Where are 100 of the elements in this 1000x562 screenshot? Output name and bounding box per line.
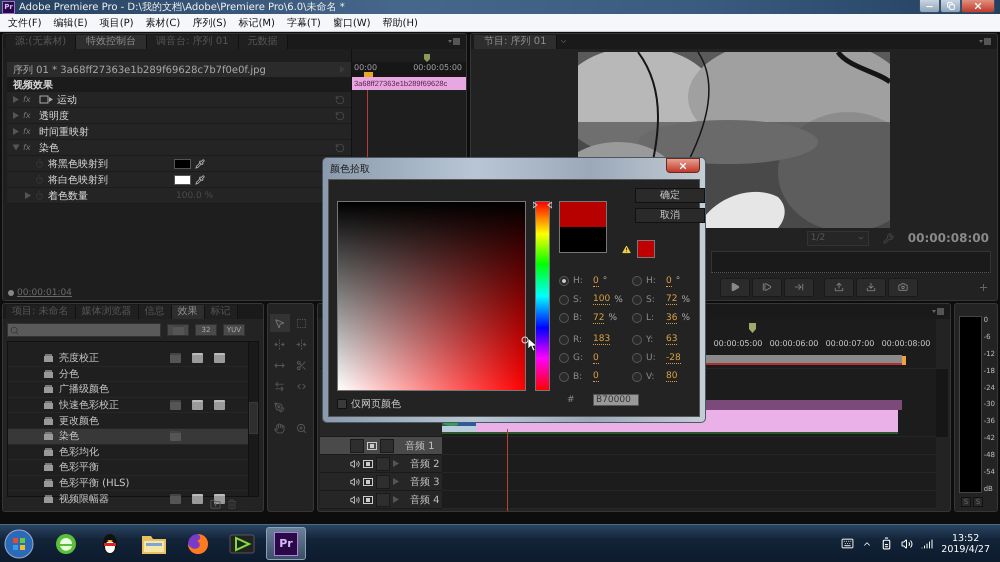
effect-list-item[interactable]: 视频限幅器 bbox=[8, 491, 248, 507]
radio-button[interactable] bbox=[632, 372, 642, 382]
effect-list-item[interactable]: 亮度校正 bbox=[8, 351, 248, 367]
accelerated-filter-button[interactable] bbox=[167, 324, 189, 336]
restore-button[interactable] bbox=[940, 0, 961, 13]
disclosure-triangle[interactable] bbox=[12, 144, 20, 150]
radio-button[interactable] bbox=[632, 313, 642, 324]
selection-tool[interactable] bbox=[270, 314, 290, 332]
track-header[interactable]: 音频 2 bbox=[320, 455, 442, 473]
close-button[interactable] bbox=[961, 0, 995, 13]
disclosure-triangle[interactable] bbox=[13, 96, 19, 103]
value-field[interactable]: -28 bbox=[666, 352, 681, 364]
marker-icon[interactable] bbox=[749, 323, 756, 333]
value-field[interactable]: 80 bbox=[666, 371, 678, 382]
taskbar-app-button[interactable]: Pr bbox=[266, 527, 306, 560]
wrench-icon[interactable] bbox=[882, 232, 894, 244]
panel-tab[interactable]: 效果 bbox=[172, 305, 205, 319]
go-to-out-button[interactable] bbox=[784, 278, 814, 296]
effect-list-item[interactable]: 色彩平衡 bbox=[8, 460, 248, 476]
effect-row[interactable]: fx 透明度 bbox=[7, 108, 351, 124]
trash-icon[interactable] bbox=[227, 499, 237, 509]
ok-button[interactable]: 确定 bbox=[635, 188, 705, 203]
checkbox[interactable] bbox=[337, 399, 347, 409]
panel-tab[interactable]: 特效控制台 bbox=[76, 35, 148, 49]
radio-button[interactable] bbox=[559, 334, 569, 345]
menu-item[interactable]: 项目(P) bbox=[94, 16, 140, 30]
hue-slider[interactable] bbox=[533, 201, 552, 391]
disclosure-triangle[interactable] bbox=[393, 496, 399, 503]
menu-item[interactable]: 窗口(W) bbox=[326, 16, 377, 30]
step-forward-button[interactable] bbox=[752, 278, 782, 296]
menu-item[interactable]: 标记(M) bbox=[232, 16, 281, 30]
radio-button[interactable] bbox=[559, 276, 569, 286]
marker-icon[interactable] bbox=[424, 54, 430, 62]
lift-button[interactable] bbox=[824, 278, 854, 296]
dropdown-caret-icon[interactable] bbox=[559, 37, 568, 46]
hex-field[interactable]: B70000 bbox=[593, 394, 639, 406]
menu-item[interactable]: 文件(F) bbox=[2, 16, 48, 30]
color-swatch[interactable] bbox=[174, 174, 191, 184]
value-field[interactable]: 100 bbox=[593, 294, 610, 306]
speaker-icon[interactable] bbox=[901, 538, 914, 550]
reset-icon[interactable] bbox=[335, 110, 345, 120]
value-field[interactable]: 0 bbox=[593, 371, 599, 382]
effect-list-item[interactable]: 染色 bbox=[8, 428, 248, 445]
hue-slider-handle[interactable] bbox=[533, 201, 552, 209]
reset-icon[interactable] bbox=[335, 142, 345, 152]
battery-icon[interactable] bbox=[880, 537, 894, 550]
lock-toggle[interactable] bbox=[380, 438, 394, 452]
disclosure-triangle[interactable] bbox=[25, 192, 31, 199]
value-field[interactable]: 183 bbox=[593, 334, 610, 346]
track-header[interactable]: 音频 4 bbox=[320, 491, 442, 509]
menu-item[interactable]: 帮助(H) bbox=[376, 16, 424, 30]
speaker-icon[interactable] bbox=[350, 458, 360, 468]
speaker-toggle[interactable] bbox=[350, 438, 364, 452]
menu-item[interactable]: 序列(S) bbox=[186, 16, 232, 30]
menu-item[interactable]: 编辑(E) bbox=[48, 16, 94, 30]
radio-button[interactable] bbox=[632, 353, 642, 364]
clock[interactable]: 13:52 2019/4/27 bbox=[941, 532, 990, 554]
radio-button[interactable] bbox=[632, 294, 642, 305]
menu-item[interactable]: 字幕(T) bbox=[280, 16, 327, 30]
value-field[interactable]: 72 bbox=[593, 312, 604, 324]
track-header[interactable]: 音频 1 bbox=[320, 437, 442, 455]
radio-button[interactable] bbox=[559, 372, 569, 382]
minimize-button[interactable] bbox=[919, 0, 940, 13]
panel-tab[interactable]: 节目: 序列 01 bbox=[474, 35, 558, 49]
camera-button[interactable] bbox=[888, 278, 918, 296]
panel-menu-icon[interactable] bbox=[979, 38, 991, 45]
speaker-icon[interactable] bbox=[350, 476, 360, 486]
time-ruler[interactable]: 00:00 00:00:05:00 bbox=[352, 62, 466, 77]
effect-list-item[interactable]: 色彩平衡 (HLS) bbox=[8, 476, 248, 492]
radio-button[interactable] bbox=[559, 353, 569, 364]
radio-button[interactable] bbox=[559, 294, 569, 305]
radio-button[interactable] bbox=[632, 334, 642, 345]
signal-icon[interactable] bbox=[921, 538, 934, 550]
time-ruler[interactable] bbox=[711, 251, 991, 273]
scrollbar[interactable] bbox=[248, 342, 258, 496]
work-area-handle[interactable] bbox=[902, 356, 906, 365]
value-field[interactable]: 36 bbox=[666, 312, 678, 324]
track-header[interactable]: 音频 3 bbox=[320, 473, 442, 491]
effect-row[interactable]: fx 运动 bbox=[7, 92, 351, 108]
effect-row[interactable]: fx 时间重映射 bbox=[7, 124, 351, 140]
new-folder-icon[interactable] bbox=[210, 498, 221, 510]
menu-item[interactable]: 素材(C) bbox=[140, 16, 186, 30]
disclosure-triangle[interactable] bbox=[13, 128, 19, 135]
value-field[interactable]: 63 bbox=[666, 334, 678, 346]
disclosure-triangle[interactable] bbox=[393, 460, 399, 467]
gamut-swatch[interactable] bbox=[637, 240, 655, 258]
effect-list-item[interactable]: 广播级颜色 bbox=[8, 382, 248, 398]
value-field[interactable]: 72 bbox=[666, 294, 678, 306]
effect-list-item[interactable]: 快速色彩校正 bbox=[8, 398, 248, 414]
radio-button[interactable] bbox=[632, 276, 642, 286]
close-button[interactable] bbox=[666, 158, 700, 173]
play-button[interactable] bbox=[720, 278, 750, 296]
panel-menu-icon[interactable] bbox=[932, 308, 944, 315]
disclosure-triangle[interactable] bbox=[13, 112, 19, 119]
effect-list-item[interactable]: 色彩均化 bbox=[8, 444, 248, 460]
effect-row[interactable]: fx 染色 bbox=[7, 140, 351, 156]
keyboard-icon[interactable] bbox=[841, 537, 854, 550]
radio-button[interactable] bbox=[559, 313, 569, 324]
warning-icon[interactable] bbox=[621, 244, 632, 254]
eyedropper-icon[interactable] bbox=[195, 174, 205, 184]
